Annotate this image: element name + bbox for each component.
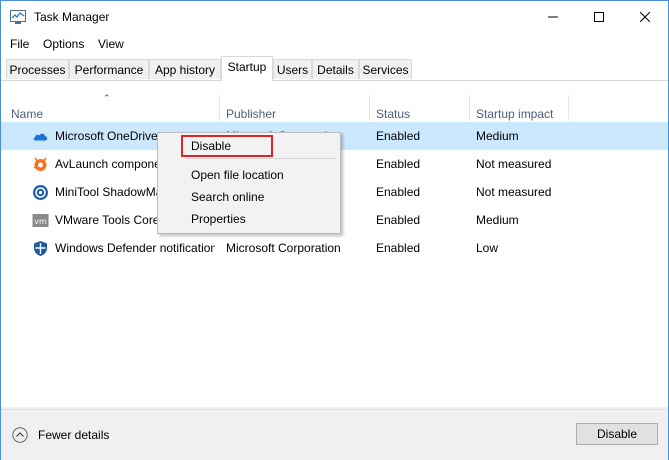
chevron-up-circle-icon[interactable] [12,427,28,443]
context-menu-disable[interactable]: Disable [191,139,231,153]
avast-icon [33,157,47,171]
context-menu-open-file-location[interactable]: Open file location [191,168,284,182]
minimize-icon [548,16,558,18]
tab-strip: Processes Performance App history Startu… [1,56,668,81]
onedrive-icon [33,133,48,141]
close-icon [640,12,650,22]
row-impact: Not measured [476,185,552,199]
row-status: Enabled [376,157,421,171]
footer-bar: Fewer details Disable [1,409,668,460]
row-impact: Medium [476,129,519,143]
column-publisher[interactable]: Publisher [220,93,369,123]
context-menu: Disable Open file location Search online… [157,132,341,234]
row-impact: Low [476,241,499,255]
window-title: Task Manager [34,10,110,24]
column-startup-impact[interactable]: Startup impact [470,93,568,123]
row-name: Windows Defender notification icon [55,241,215,255]
minimize-button[interactable] [530,1,576,33]
row-impact: Not measured [476,157,552,171]
menu-options[interactable]: Options [43,37,84,51]
column-header-row: ⌃ Name Publisher Status Startup impact [1,93,668,124]
tab-details[interactable]: Details [312,59,359,79]
menu-view[interactable]: View [98,37,124,51]
startup-list: ⌃ Name Publisher Status Startup impact M… [1,81,668,407]
column-status[interactable]: Status [370,93,469,123]
tab-performance[interactable]: Performance [69,59,149,79]
vmware-icon: vm [32,214,49,227]
tab-users[interactable]: Users [273,59,312,79]
menu-file[interactable]: File [10,37,29,51]
fewer-details-link[interactable]: Fewer details [38,428,109,442]
tab-startup[interactable]: Startup [221,56,273,81]
row-status: Enabled [376,241,421,255]
tab-processes[interactable]: Processes [6,59,69,79]
context-menu-search-online[interactable]: Search online [191,190,264,204]
context-menu-properties[interactable]: Properties [191,212,246,226]
maximize-button[interactable] [576,1,622,33]
maximize-icon [594,12,604,22]
windows-defender-icon [34,241,47,256]
close-button[interactable] [622,1,668,33]
tab-services[interactable]: Services [359,59,412,79]
context-menu-separator [186,158,336,159]
table-row[interactable]: Windows Defender notification icon Micro… [1,234,668,262]
row-status: Enabled [376,213,421,227]
task-manager-app-icon [10,10,26,24]
row-publisher: Microsoft Corporation [226,241,341,255]
minitool-icon [33,185,48,200]
column-divider[interactable] [568,95,569,121]
column-name[interactable]: Name [5,93,219,123]
row-status: Enabled [376,129,421,143]
row-status: Enabled [376,185,421,199]
title-bar[interactable]: Task Manager [1,1,668,33]
svg-text:vm: vm [34,217,47,226]
row-impact: Medium [476,213,519,227]
tab-app-history[interactable]: App history [149,59,221,79]
task-manager-window: Task Manager File Options View Processes… [0,0,669,460]
disable-button[interactable]: Disable [576,423,658,445]
